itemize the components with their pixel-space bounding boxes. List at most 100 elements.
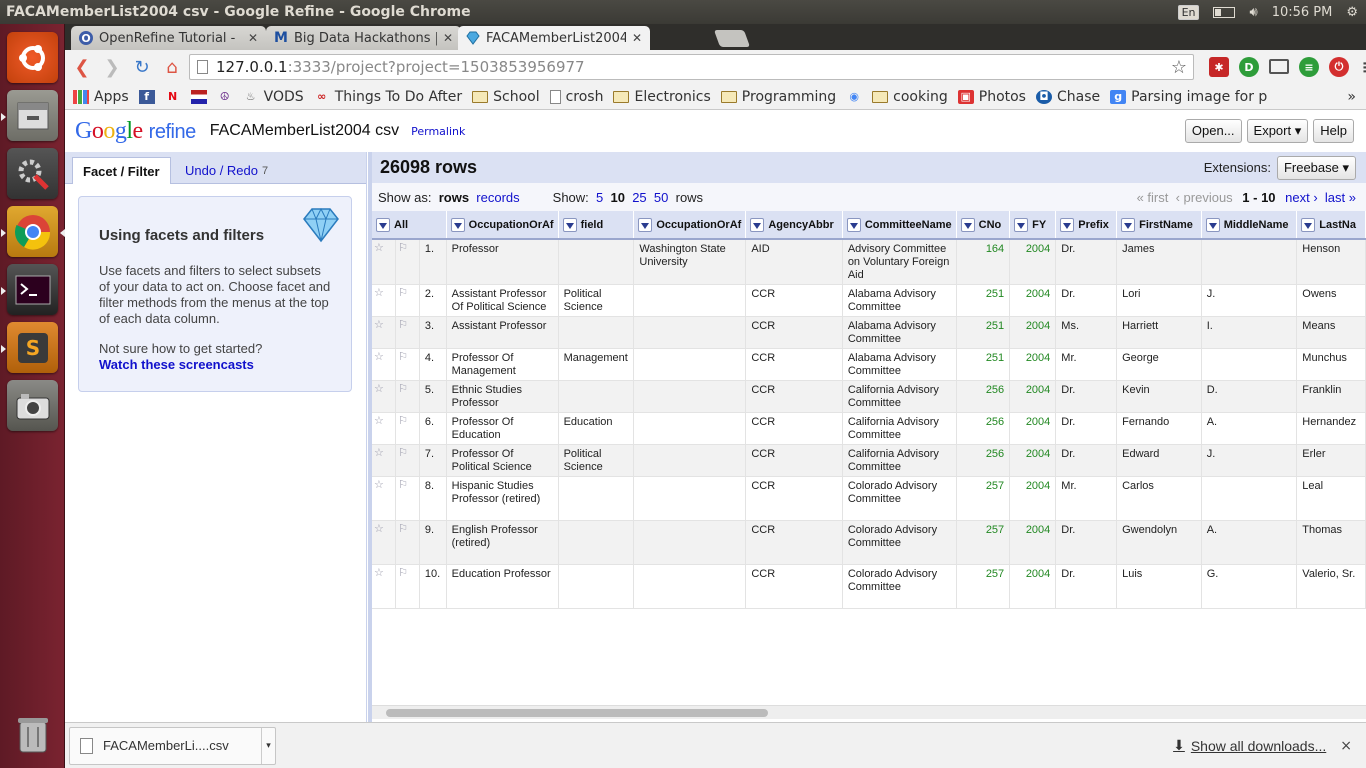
star-icon[interactable]: ☆ [372,564,397,609]
address-bar[interactable]: 127.0.0.1:3333/project?project=150385395… [189,54,1194,80]
open-button[interactable]: Open... [1184,119,1242,143]
extension-stop-icon[interactable]: ⏻ [1329,57,1349,77]
table-cell[interactable]: 164 [956,239,1011,285]
chrome-icon[interactable] [7,206,58,257]
table-cell[interactable] [558,564,635,609]
table-cell[interactable]: Leal [1296,476,1366,521]
tab-facet-filter[interactable]: Facet / Filter [72,157,171,184]
flag-icon[interactable]: ⚐ [395,444,420,477]
column-menu-dropdown-icon[interactable] [376,217,390,232]
table-cell[interactable] [1201,348,1298,381]
bookmark-parsing-image[interactable]: g Parsing image for p [1110,89,1267,105]
column-header[interactable]: Prefix [1055,211,1118,240]
column-header[interactable]: MiddleName [1201,211,1298,240]
cast-icon[interactable] [1269,59,1289,74]
bookmarks-overflow-button[interactable]: » [1347,89,1356,105]
reload-icon[interactable]: ↻ [129,54,155,80]
table-cell[interactable]: Fernando [1116,412,1202,445]
table-cell[interactable]: Management [558,348,635,381]
table-cell[interactable]: Colorado Advisory Committee [842,520,957,565]
bookmark-peace[interactable]: ☮ [217,90,233,104]
table-cell[interactable]: AID [745,239,843,285]
column-menu-dropdown-icon[interactable] [846,217,861,232]
table-cell[interactable]: Ethnic Studies Professor [446,380,559,413]
table-cell[interactable]: 257 [956,564,1011,609]
close-icon[interactable]: ✕ [632,31,642,45]
close-downloads-icon[interactable]: × [1340,738,1352,754]
column-header[interactable]: LastNa [1296,211,1366,240]
table-cell[interactable]: Kevin [1116,380,1202,413]
gear-icon[interactable]: ⚙ [1346,5,1358,20]
star-icon[interactable]: ☆ [372,520,397,565]
table-cell[interactable]: 2004 [1009,239,1057,285]
bookmark-flag[interactable] [190,89,207,104]
close-icon[interactable]: ✕ [248,31,258,45]
table-cell[interactable]: Mr. [1055,476,1118,521]
table-cell[interactable]: Assistant Professor [446,316,559,349]
tab-facamemberlist[interactable]: FACAMemberList2004 ✕ [458,26,650,50]
table-cell[interactable]: Education Professor [446,564,559,609]
table-cell[interactable]: Valerio, Sr. [1296,564,1366,609]
table-cell[interactable]: Professor [446,239,559,285]
table-cell[interactable]: Dr. [1055,520,1118,565]
table-cell[interactable]: Alabama Advisory Committee [842,316,957,349]
table-cell[interactable]: Dr. [1055,284,1118,317]
table-cell[interactable]: Alabama Advisory Committee [842,348,957,381]
table-cell[interactable]: Franklin [1296,380,1366,413]
table-cell[interactable]: California Advisory Committee [842,412,957,445]
flag-icon[interactable]: ⚐ [395,348,420,381]
show-all-downloads-link[interactable]: ⬇ Show all downloads... [1173,737,1326,754]
column-header[interactable]: OccupationOrAf [633,211,747,240]
sublime-text-icon[interactable]: S [7,322,58,373]
table-cell[interactable]: Edward [1116,444,1202,477]
table-cell[interactable]: English Professor (retired) [446,520,559,565]
table-cell[interactable] [633,444,747,477]
star-icon[interactable]: ☆ [372,316,397,349]
table-cell[interactable]: J. [1201,444,1298,477]
permalink-link[interactable]: Permalink [411,125,465,138]
bookmark-apps[interactable]: Apps [73,89,129,105]
table-cell[interactable]: Dr. [1055,412,1118,445]
column-menu-dropdown-icon[interactable] [1205,217,1220,232]
table-cell[interactable]: Harriett [1116,316,1202,349]
table-cell[interactable] [633,476,747,521]
table-cell[interactable]: Carlos [1116,476,1202,521]
table-cell[interactable]: D. [1201,380,1298,413]
bookmark-school[interactable]: School [472,89,540,105]
table-cell[interactable]: CCR [745,412,843,445]
column-menu-dropdown-icon[interactable] [1014,217,1029,232]
star-icon[interactable]: ☆ [372,380,397,413]
table-cell[interactable] [633,284,747,317]
table-cell[interactable]: 2004 [1009,348,1057,381]
bookmark-star-icon[interactable]: ☆ [1171,57,1187,78]
tab-big-data-hackathons[interactable]: M Big Data Hackathons | ✕ [266,26,461,50]
keyboard-indicator[interactable]: En [1177,4,1200,20]
extension-green-circle-icon[interactable]: ≡ [1299,57,1319,77]
extension-green-icon[interactable]: D [1239,57,1259,77]
pager-last-link[interactable]: last » [1325,190,1356,205]
table-cell[interactable]: CCR [745,348,843,381]
table-cell[interactable] [558,316,635,349]
table-cell[interactable] [558,239,635,285]
page-size-10[interactable]: 10 [611,190,625,205]
table-cell[interactable]: Dr. [1055,239,1118,285]
table-cell[interactable]: 2004 [1009,380,1057,413]
flag-icon[interactable]: ⚐ [395,520,420,565]
table-cell[interactable]: Washington State University [633,239,747,285]
table-cell[interactable]: Professor Of Education [446,412,559,445]
tab-openrefine-tutorial[interactable]: O OpenRefine Tutorial - ✕ [71,26,266,50]
table-cell[interactable]: Political Science [558,284,635,317]
table-cell[interactable]: George [1116,348,1202,381]
bookmark-electronics[interactable]: Electronics [613,89,711,105]
column-header[interactable]: AgencyAbbr [745,211,843,240]
table-cell[interactable] [558,520,635,565]
table-cell[interactable]: Mr. [1055,348,1118,381]
table-cell[interactable]: 251 [956,316,1011,349]
table-cell[interactable]: 257 [956,520,1011,565]
volume-icon[interactable]: 🔊︎ [1249,5,1257,20]
table-cell[interactable] [1201,476,1298,521]
column-menu-dropdown-icon[interactable] [1121,217,1136,232]
table-cell[interactable] [633,316,747,349]
table-cell[interactable] [633,520,747,565]
table-cell[interactable] [633,412,747,445]
